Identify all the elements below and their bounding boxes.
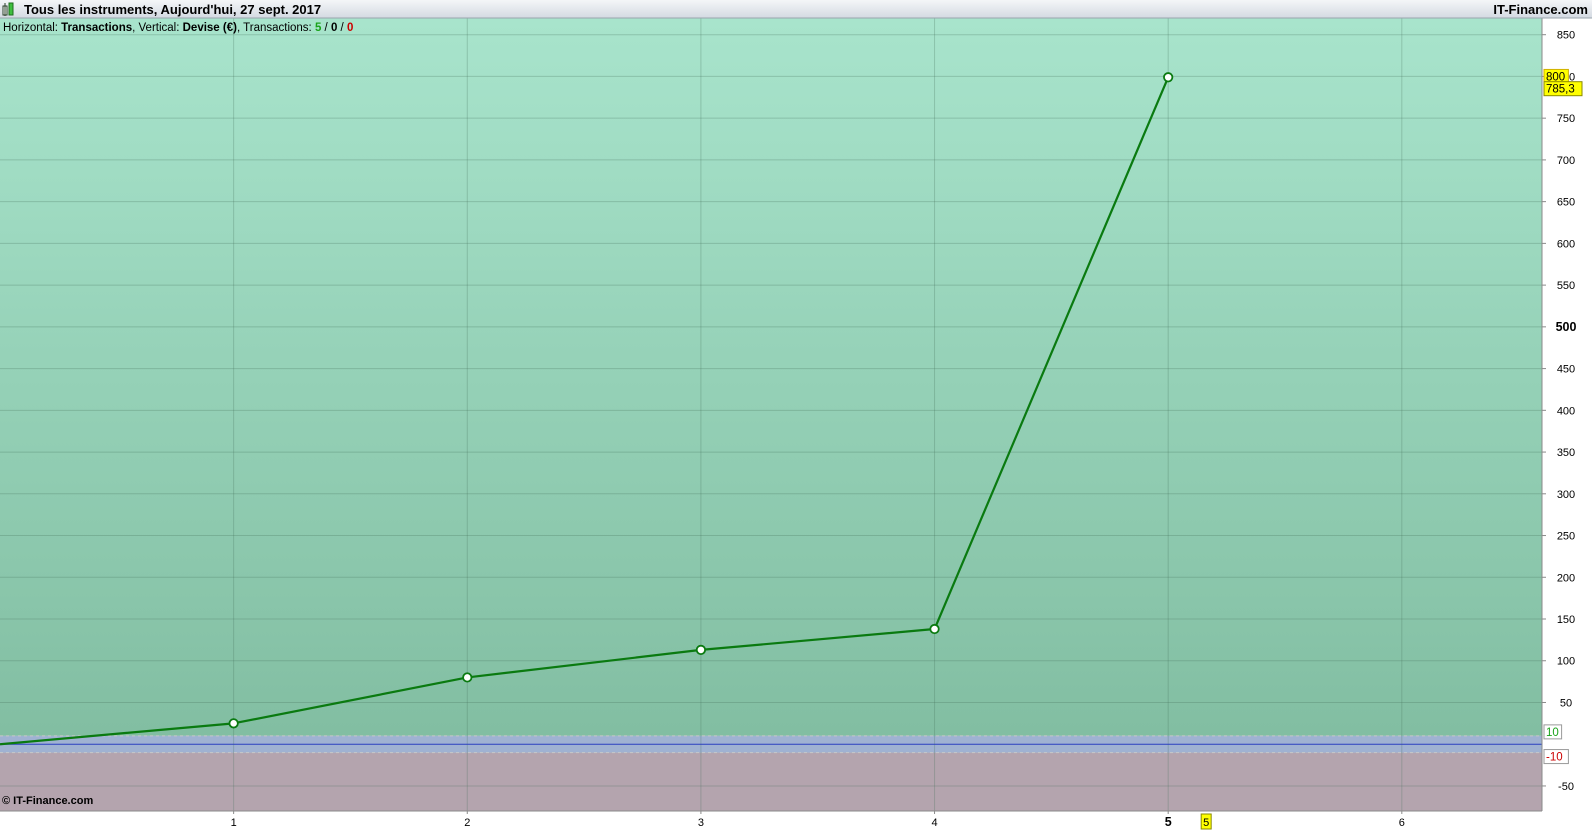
y-tick-label: 600 — [1557, 238, 1575, 250]
info-line: Horizontal: Transactions, Vertical: Devi… — [3, 22, 353, 34]
y-tick-label: 250 — [1557, 531, 1575, 543]
last-value-label: 785,3 — [1546, 84, 1575, 96]
y-tick-label: 150 — [1557, 614, 1575, 626]
data-point[interactable] — [1163, 72, 1174, 83]
data-point[interactable] — [929, 623, 940, 635]
info-vertical-label: , Vertical: — [132, 22, 183, 34]
data-point[interactable] — [695, 644, 707, 655]
data-point[interactable] — [462, 672, 473, 683]
info-horizontal-value: Transactions — [61, 22, 132, 34]
info-horizontal-label: Horizontal: — [3, 22, 61, 34]
y-tick-label: 750 — [1557, 113, 1575, 125]
y-tick-label: 450 — [1557, 364, 1575, 376]
info-vertical-value: Devise (€) — [183, 22, 238, 34]
threshold-upper-label: 10 — [1546, 727, 1559, 739]
y-tick-label: 500 — [1556, 320, 1577, 334]
threshold-lower-label: -10 — [1546, 752, 1563, 764]
y-tick-label: 850 — [1557, 30, 1575, 42]
x-tick-label: 6 — [1399, 817, 1405, 829]
chart-container: 8508007507006506005505004504003503002502… — [0, 0, 1592, 830]
y-tick-label: 350 — [1557, 447, 1575, 459]
x-axis-strip — [0, 811, 1592, 830]
loss-zone — [0, 752, 1542, 811]
y-tick-label: 50 — [1560, 697, 1572, 709]
y-tick-label: 400 — [1557, 405, 1575, 417]
info-separator-1: / — [321, 22, 331, 34]
y-tick-label: 300 — [1557, 489, 1575, 501]
x-tick-label: 5 — [1165, 815, 1172, 829]
x-tick-label: 4 — [931, 817, 937, 829]
profit-zone — [0, 18, 1542, 736]
y-tick-label: 700 — [1557, 155, 1575, 167]
data-point[interactable] — [228, 718, 239, 729]
y-tick-label: 550 — [1557, 280, 1575, 292]
y-tick-label: 200 — [1557, 572, 1575, 584]
info-transactions-label: , Transactions: — [237, 22, 315, 34]
y-tick-label: -50 — [1558, 781, 1574, 793]
y-tick-label: 100 — [1557, 656, 1575, 668]
chart-svg: 8508007507006506005505004504003503002502… — [0, 0, 1592, 830]
info-count-loss: 0 — [347, 22, 353, 34]
x-tick-label: 1 — [231, 817, 237, 829]
x-tick-label: 2 — [464, 817, 470, 829]
brand-label: IT-Finance.com — [1493, 2, 1588, 17]
x-tick-label: 3 — [698, 817, 704, 829]
info-separator-2: / — [337, 22, 347, 34]
copyright-label: © IT-Finance.com — [2, 795, 93, 807]
y-tick-label: 650 — [1557, 197, 1575, 209]
chart-title: Tous les instruments, Aujourd'hui, 27 se… — [24, 2, 321, 17]
x-highlight-label: 5 — [1203, 817, 1209, 829]
